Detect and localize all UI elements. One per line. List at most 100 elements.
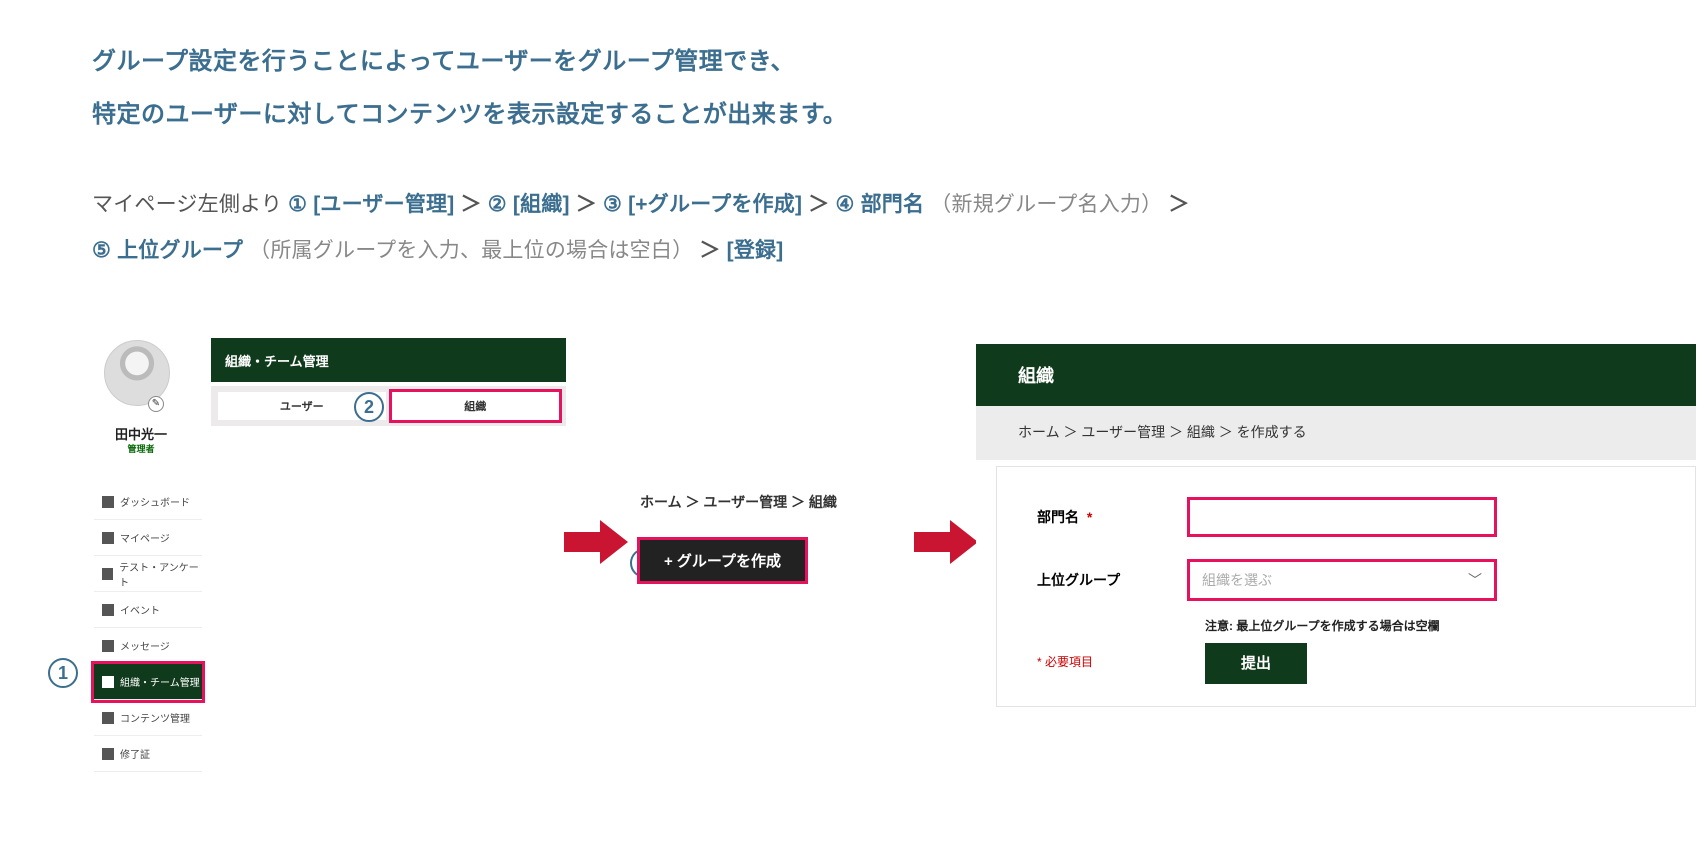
summary-line2: 特定のユーザーに対してコンテンツを表示設定することが出来ます。 xyxy=(92,89,847,142)
step-5-label: 上位グループ xyxy=(117,239,243,262)
side-nav: ダッシュボード マイページ テスト・アンケート イベント メッセージ 組織・チー… xyxy=(94,484,202,772)
arrow: ＞ xyxy=(699,239,720,262)
screenshot-right: 組織 ホーム ＞ ユーザー管理 ＞ 組織 ＞ を作成する 部門名 * 上位グルー… xyxy=(976,344,1696,707)
doc-icon xyxy=(102,568,113,580)
crumb-org[interactable]: 組織 xyxy=(809,494,837,510)
people-icon xyxy=(102,676,114,688)
nav-message[interactable]: メッセージ xyxy=(94,628,202,664)
submit-label: 提出 xyxy=(1241,655,1271,672)
step-3: ③ xyxy=(603,193,622,216)
content-icon xyxy=(102,712,114,724)
chat-icon xyxy=(102,640,114,652)
nav-test[interactable]: テスト・アンケート xyxy=(94,556,202,592)
required-star: * xyxy=(1087,509,1092,525)
arrow: ＞ xyxy=(461,193,482,216)
arrow: ＞ xyxy=(576,193,597,216)
step-2: ② xyxy=(488,193,507,216)
required-note: * 必要項目 xyxy=(1037,653,1675,670)
select-placeholder: 組織を選ぶ xyxy=(1202,570,1272,590)
right-header-title: 組織 xyxy=(1018,366,1054,386)
create-group-button[interactable]: + グループを作成 xyxy=(640,540,805,581)
row-parent-group: 上位グループ 組織を選ぶ ﹀ xyxy=(1037,559,1675,601)
rcrumb-sep: ＞ xyxy=(1063,424,1077,440)
user-role: 管理者 xyxy=(86,442,196,455)
nav-mypage[interactable]: マイページ xyxy=(94,520,202,556)
rcrumb-org[interactable]: 組織 xyxy=(1187,424,1215,440)
nav-org-team[interactable]: 組織・チーム管理 xyxy=(94,664,202,700)
crumb-sep: ＞ xyxy=(791,494,805,510)
instr-prefix: マイページ左側より xyxy=(92,193,282,216)
form-card: 部門名 * 上位グループ 組織を選ぶ ﹀ 注意: 最上位グループを作成する場合は… xyxy=(996,466,1696,707)
panel-header: 組織・チーム管理 xyxy=(211,338,566,382)
screenshot-left: ✎ 田中光一 管理者 組織・チーム管理 ユーザー 組織 ダッシュボード マイペー… xyxy=(86,338,566,758)
parent-select-wrap: 組織を選ぶ ﹀ xyxy=(1187,559,1675,601)
label-department: 部門名 * xyxy=(1037,507,1187,527)
rcrumb-sep: ＞ xyxy=(1169,424,1183,440)
right-breadcrumb: ホーム ＞ ユーザー管理 ＞ 組織 ＞ を作成する xyxy=(976,406,1696,460)
required-note-text: 必要項目 xyxy=(1045,655,1093,669)
nav-event-label: イベント xyxy=(120,602,160,617)
nav-cert-label: 修了証 xyxy=(120,746,150,761)
instruction-block: マイページ左側より ① [ユーザー管理] ＞ ② [組織] ＞ ③ [+グループ… xyxy=(92,182,1190,274)
step-4: ④ xyxy=(836,193,855,216)
step-4-label: 部門名 xyxy=(861,193,925,216)
nav-test-label: テスト・アンケート xyxy=(119,559,202,589)
parent-group-note: 注意: 最上位グループを作成する場合は空欄 xyxy=(1205,617,1675,634)
medal-icon xyxy=(102,748,114,760)
nav-dashboard[interactable]: ダッシュボード xyxy=(94,484,202,520)
nav-cert[interactable]: 修了証 xyxy=(94,736,202,772)
arrow: ＞ xyxy=(1168,193,1189,216)
nav-event[interactable]: イベント xyxy=(94,592,202,628)
nav-contents-label: コンテンツ管理 xyxy=(120,710,190,725)
step-4-note: （新規グループ名入力） xyxy=(930,193,1162,216)
tab-organization[interactable]: 組織 xyxy=(392,392,560,420)
step-1: ① xyxy=(288,193,307,216)
step-5: ⑤ xyxy=(92,239,111,262)
rcrumb-home[interactable]: ホーム xyxy=(1018,424,1060,440)
tabs-bar: ユーザー 組織 xyxy=(211,386,566,426)
step-1-label: [ユーザー管理] xyxy=(313,193,454,216)
nav-dashboard-label: ダッシュボード xyxy=(120,494,190,509)
right-panel-header: 組織 xyxy=(976,344,1696,406)
tab-user-label: ユーザー xyxy=(280,398,324,414)
chevron-down-icon: ﹀ xyxy=(1468,570,1482,590)
label-department-text: 部門名 xyxy=(1037,509,1079,525)
grid-icon xyxy=(102,496,114,508)
nav-orgteam-label: 組織・チーム管理 xyxy=(120,674,200,689)
department-input[interactable] xyxy=(1187,497,1497,537)
rcrumb-usermgmt[interactable]: ユーザー管理 xyxy=(1081,424,1165,440)
panel-title: 組織・チーム管理 xyxy=(225,351,329,370)
step-3-label: [+グループを作成] xyxy=(628,193,802,216)
avatar[interactable] xyxy=(104,340,170,406)
required-star: * xyxy=(1037,655,1042,669)
step-5-note: （所属グループを入力、最上位の場合は空白） xyxy=(249,239,693,262)
tab-org-label: 組織 xyxy=(464,398,486,414)
marker-2: 2 xyxy=(354,392,384,422)
crumb-sep: ＞ xyxy=(685,494,699,510)
arrow: ＞ xyxy=(808,193,829,216)
breadcrumb: ホーム ＞ ユーザー管理 ＞ 組織 xyxy=(640,492,890,512)
final-label: [登録] xyxy=(727,239,784,262)
nav-message-label: メッセージ xyxy=(120,638,170,653)
parent-group-select[interactable]: 組織を選ぶ ﹀ xyxy=(1187,559,1497,601)
crumb-usermgmt[interactable]: ユーザー管理 xyxy=(703,494,787,510)
nav-mypage-label: マイページ xyxy=(120,530,170,545)
step-2-label: [組織] xyxy=(513,193,570,216)
department-input-wrap xyxy=(1187,497,1675,537)
screenshot-mid: ホーム ＞ ユーザー管理 ＞ 組織 + グループを作成 xyxy=(640,492,890,612)
marker-1: 1 xyxy=(48,658,78,688)
bookmark-icon xyxy=(102,532,114,544)
row-department: 部門名 * xyxy=(1037,497,1675,537)
summary-block: グループ設定を行うことによってユーザーをグループ管理でき、 特定のユーザーに対し… xyxy=(92,36,847,142)
user-name: 田中光一 xyxy=(86,424,196,443)
nav-contents[interactable]: コンテンツ管理 xyxy=(94,700,202,736)
rcrumb-sep: ＞ xyxy=(1219,424,1233,440)
create-group-label: + グループを作成 xyxy=(664,550,781,571)
crumb-home[interactable]: ホーム xyxy=(640,494,682,510)
submit-button[interactable]: 提出 xyxy=(1205,643,1307,684)
label-parent-group: 上位グループ xyxy=(1037,570,1187,590)
edit-avatar-icon[interactable]: ✎ xyxy=(148,396,164,412)
megaphone-icon xyxy=(102,604,114,616)
rcrumb-create: を作成する xyxy=(1237,424,1307,440)
summary-line1: グループ設定を行うことによってユーザーをグループ管理でき、 xyxy=(92,36,847,89)
